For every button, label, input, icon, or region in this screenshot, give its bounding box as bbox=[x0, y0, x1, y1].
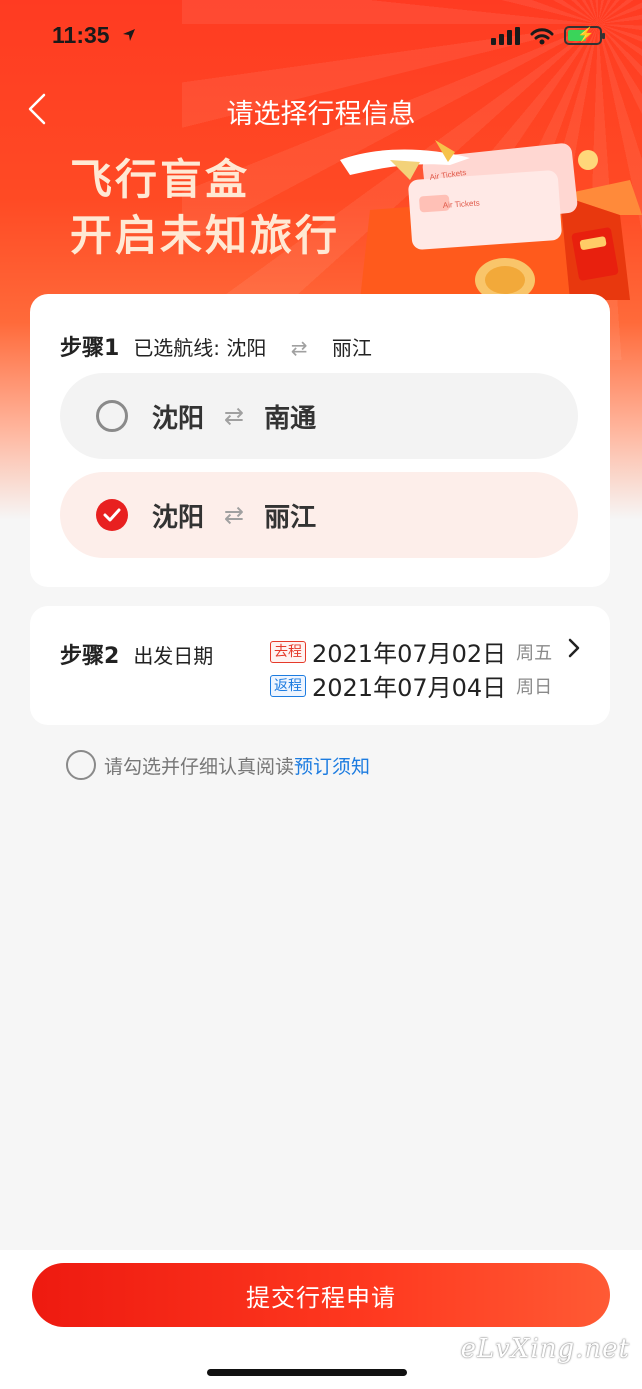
return-date-row[interactable]: 返程 2021年07月04日 周日 bbox=[270, 668, 552, 703]
route-from: 沈阳 bbox=[152, 502, 205, 533]
route-option-shenyang-lijiang[interactable]: 沈阳 ⇄ 丽江 bbox=[60, 472, 578, 558]
booking-terms-link[interactable]: 预订须知 bbox=[294, 752, 370, 779]
outbound-date: 2021年07月02日 bbox=[312, 640, 507, 668]
status-icons: ⚡ bbox=[491, 26, 605, 45]
blind-box-illustration: Air Tickets Air Tickets bbox=[340, 140, 642, 300]
cellular-signal-icon bbox=[491, 26, 520, 45]
route-selection-card: 步骤1 已选航线: 沈阳 ⇄ 丽江 沈阳 ⇄ 南通 沈阳 ⇄ 丽江 bbox=[30, 294, 610, 587]
step2-header: 步骤2 出发日期 bbox=[60, 638, 213, 670]
navigation-bar: 请选择行程信息 bbox=[0, 88, 642, 130]
step1-header: 步骤1 已选航线: 沈阳 ⇄ 丽江 bbox=[60, 330, 372, 362]
bottom-bar: 提交行程申请 eLvXing.net bbox=[0, 1250, 642, 1389]
selected-route-prefix: 已选航线: bbox=[133, 336, 221, 360]
wifi-icon bbox=[530, 27, 554, 44]
agreement-checkbox[interactable] bbox=[66, 750, 96, 780]
return-date: 2021年07月04日 bbox=[312, 674, 507, 702]
selected-route-to: 丽江 bbox=[331, 336, 372, 360]
airplane-wing bbox=[390, 160, 420, 180]
page-title: 请选择行程信息 bbox=[226, 99, 416, 130]
route-to: 南通 bbox=[264, 403, 317, 434]
gold-coin-inner bbox=[485, 266, 525, 294]
chevron-right-icon[interactable] bbox=[568, 638, 580, 664]
gold-coin-small bbox=[578, 150, 598, 170]
date-selection-card[interactable]: 步骤2 出发日期 去程 2021年07月02日 周五 返程 2021年07月04日… bbox=[30, 606, 610, 725]
route-from: 沈阳 bbox=[152, 403, 205, 434]
outbound-tag: 去程 bbox=[270, 640, 306, 663]
status-bar: 11:35 ⚡ bbox=[52, 22, 605, 52]
swap-arrows-icon: ⇄ bbox=[290, 336, 308, 360]
banner-slogan: 飞行盲盒 开启未知旅行 bbox=[70, 152, 340, 264]
red-envelope bbox=[571, 227, 619, 281]
agreement-row[interactable]: 请勾选并仔细认真阅读 预订须知 bbox=[66, 750, 370, 780]
slogan-line-1: 飞行盲盒 bbox=[70, 155, 251, 204]
route-option-shenyang-nantong[interactable]: 沈阳 ⇄ 南通 bbox=[60, 373, 578, 459]
location-arrow-icon bbox=[122, 28, 136, 47]
return-tag: 返程 bbox=[270, 674, 306, 697]
step2-label: 步骤2 bbox=[60, 644, 120, 669]
agreement-text: 请勾选并仔细认真阅读 bbox=[104, 755, 295, 778]
submit-itinerary-button[interactable]: 提交行程申请 bbox=[32, 1263, 610, 1327]
route-to: 丽江 bbox=[264, 502, 317, 533]
selected-route-from: 沈阳 bbox=[226, 336, 267, 360]
status-time: 11:35 bbox=[52, 22, 110, 48]
slogan-line-2: 开启未知旅行 bbox=[70, 211, 341, 260]
step2-title: 出发日期 bbox=[133, 644, 214, 668]
step1-label: 步骤1 bbox=[60, 336, 120, 361]
swap-arrows-icon: ⇄ bbox=[224, 402, 245, 430]
home-indicator[interactable] bbox=[207, 1369, 407, 1376]
battery-charging-icon: ⚡ bbox=[564, 26, 605, 45]
return-weekday: 周日 bbox=[516, 676, 553, 698]
outbound-date-row[interactable]: 去程 2021年07月02日 周五 bbox=[270, 634, 552, 669]
swap-arrows-icon: ⇄ bbox=[224, 501, 245, 529]
radio-unchecked-icon[interactable] bbox=[96, 400, 128, 432]
watermark-text: eLvXing.net bbox=[460, 1334, 630, 1364]
radio-checked-icon[interactable] bbox=[96, 499, 128, 531]
outbound-weekday: 周五 bbox=[516, 642, 553, 664]
